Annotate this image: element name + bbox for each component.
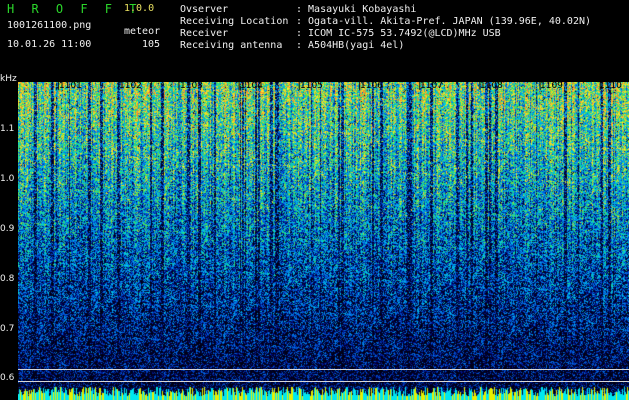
count-label: 105 bbox=[142, 39, 161, 50]
info-key-receiver: Receiver bbox=[180, 28, 229, 39]
datetime-label: 10.01.26 11:00 bbox=[7, 39, 92, 50]
hrofft-window: H R O F F T 1.0.0 1001261100.png meteor … bbox=[0, 0, 629, 400]
time-tick-label: 1102 bbox=[119, 81, 142, 91]
y-tick-label: 0.6 bbox=[0, 373, 15, 383]
y-tick-label: 0.9 bbox=[0, 224, 15, 234]
y-tick-label: 0.8 bbox=[0, 274, 15, 284]
time-tick-label: 1106 bbox=[360, 81, 383, 91]
version-label: 1.0.0 bbox=[124, 3, 155, 14]
app-title: H R O F F T bbox=[7, 2, 142, 16]
time-tick-label: 1108 bbox=[480, 81, 503, 91]
info-value-receiver: : ICOM IC-575 53.7492(@LCD)MHz USB bbox=[296, 28, 501, 39]
y-tick-label: 0.7 bbox=[0, 324, 15, 334]
marker-line bbox=[18, 369, 629, 370]
info-key-location: Receiving Location bbox=[180, 16, 289, 27]
time-tick-label: 1107 bbox=[420, 81, 443, 91]
mode-label: meteor bbox=[124, 26, 161, 37]
time-tick-label: 1109 bbox=[540, 81, 563, 91]
info-value-observer: : Masayuki Kobayashi bbox=[296, 4, 417, 15]
info-key-antenna: Receiving antenna bbox=[180, 40, 283, 51]
info-value-antenna: : A504HB(yagi 4el) bbox=[296, 40, 405, 51]
info-key-observer: Ovserver bbox=[180, 4, 229, 15]
y-tick-label: 1.1 bbox=[0, 124, 15, 134]
y-axis-unit: kHz bbox=[0, 74, 17, 84]
time-tick-label: 1104 bbox=[240, 81, 263, 91]
info-value-location: : Ogata-vill. Akita-Pref. JAPAN (139.96E… bbox=[296, 16, 592, 27]
time-tick-label: 1105 bbox=[300, 81, 323, 91]
spectrogram bbox=[18, 82, 629, 400]
time-tick-label: 1110 bbox=[599, 81, 622, 91]
time-tick-label: 1101 bbox=[59, 81, 82, 91]
marker-line bbox=[18, 381, 629, 382]
filename-label: 1001261100.png bbox=[7, 20, 92, 31]
time-tick-label: 1103 bbox=[180, 81, 203, 91]
y-tick-label: 1.0 bbox=[0, 174, 15, 184]
